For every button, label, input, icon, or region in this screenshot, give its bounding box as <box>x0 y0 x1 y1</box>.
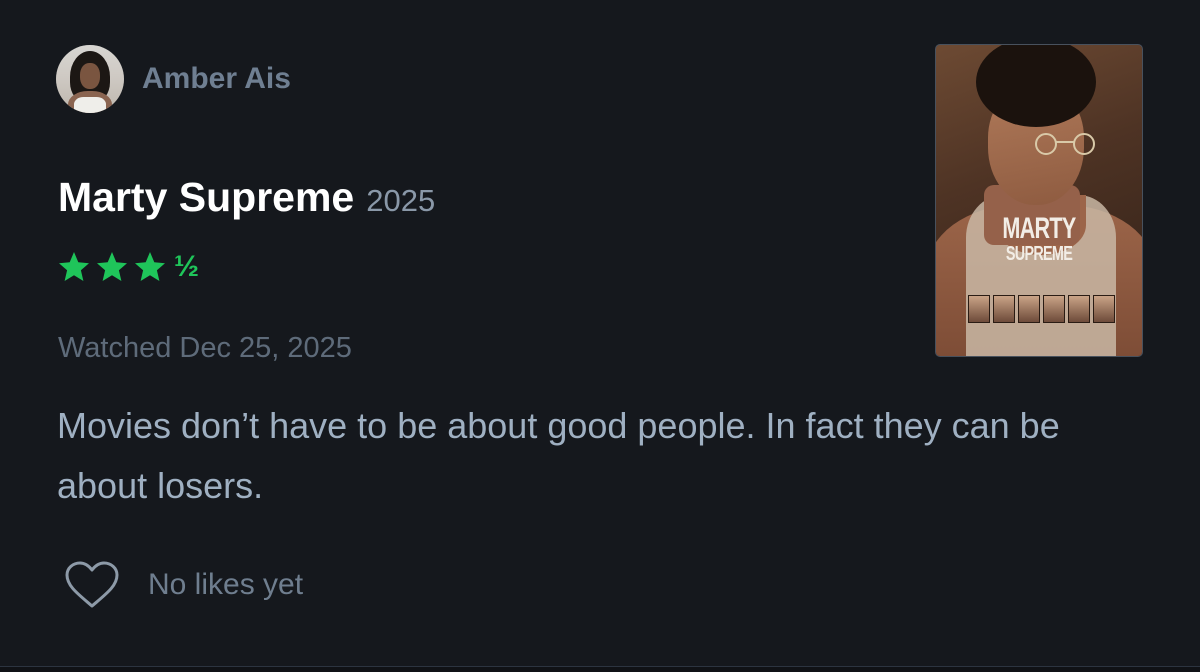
bottom-strip <box>0 667 1200 672</box>
poster-cast-strip <box>968 295 1115 323</box>
likes-count-text: No likes yet <box>148 568 304 601</box>
star-rating: ½ <box>57 250 199 284</box>
review-card: Amber Ais Marty Supreme 2025 ½ Watched D… <box>0 0 1200 666</box>
star-icon <box>135 252 165 281</box>
likes-row: No likes yet <box>64 560 303 610</box>
star-icon <box>59 252 89 281</box>
heart-outline-icon[interactable] <box>64 560 120 610</box>
half-star: ½ <box>174 250 200 283</box>
glasses-graphic <box>1035 133 1095 155</box>
author-name[interactable]: Amber Ais <box>142 62 291 96</box>
film-title[interactable]: Marty Supreme <box>58 174 354 221</box>
poster-title: MARTY SUPREME <box>1002 212 1076 266</box>
star-icon <box>97 252 127 281</box>
film-poster[interactable]: MARTY SUPREME <box>935 44 1143 357</box>
review-text: Movies don’t have to be about good peopl… <box>57 405 1060 506</box>
avatar[interactable] <box>56 45 124 113</box>
stars-icon <box>59 252 165 281</box>
film-heading: Marty Supreme 2025 <box>58 174 435 221</box>
watched-date: Watched Dec 25, 2025 <box>58 332 352 364</box>
review-author[interactable]: Amber Ais <box>56 44 291 114</box>
film-year[interactable]: 2025 <box>366 183 435 219</box>
